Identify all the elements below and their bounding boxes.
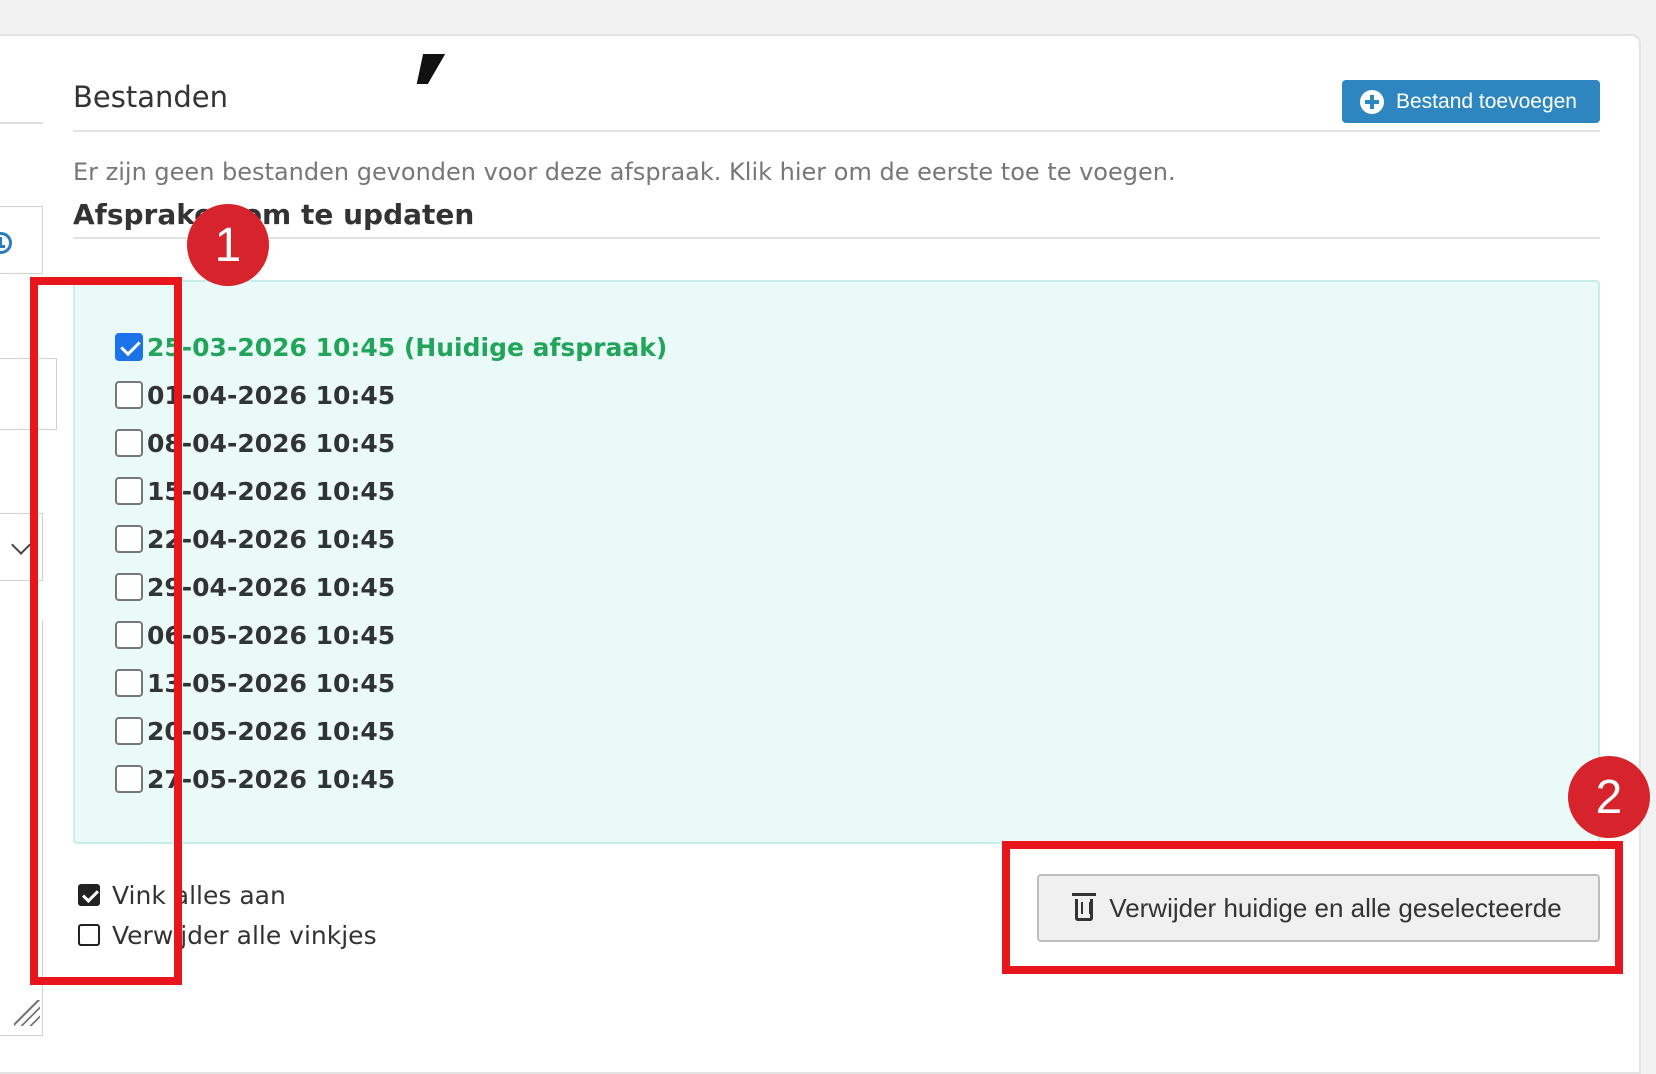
appointment-item-current[interactable]: 25-03-2026 10:45 (Huidige afspraak)	[115, 330, 667, 364]
appointment-label: 01-04-2026 10:45	[147, 380, 396, 410]
appointment-label: 25-03-2026 10:45 (Huidige afspraak)	[147, 332, 668, 362]
files-divider	[73, 130, 1600, 132]
appointment-label: 27-05-2026 10:45	[147, 764, 396, 794]
files-empty-message[interactable]: Er zijn geen bestanden gevonden voor dez…	[73, 158, 1176, 186]
appointment-label: 13-05-2026 10:45	[147, 668, 396, 698]
appointment-label: 15-04-2026 10:45	[147, 476, 396, 506]
appointment-label: 20-05-2026 10:45	[147, 716, 396, 746]
appointment-label: 06-05-2026 10:45	[147, 620, 396, 650]
appointment-label: 29-04-2026 10:45	[147, 572, 396, 602]
resize-handle-icon[interactable]	[14, 1000, 40, 1026]
highlight-box-checkboxes	[30, 277, 182, 985]
left-divider	[0, 122, 43, 124]
appointment-label: 08-04-2026 10:45	[147, 428, 396, 458]
plus-circle-icon	[1360, 89, 1384, 114]
step-badge-2: 2	[1568, 756, 1650, 838]
appointments-list: 25-03-2026 10:45 (Huidige afspraak) 01-0…	[73, 280, 1600, 844]
appointments-title: Afspraken om te updaten	[73, 198, 475, 231]
appointments-divider	[73, 237, 1600, 239]
appointment-label: 22-04-2026 10:45	[147, 524, 396, 554]
step-badge-1: 1	[187, 204, 269, 286]
files-title: Bestanden	[73, 80, 228, 114]
add-file-button[interactable]: Bestand toevoegen	[1342, 80, 1600, 123]
add-file-button-label: Bestand toevoegen	[1396, 89, 1577, 113]
highlight-box-delete-button	[1002, 841, 1623, 974]
